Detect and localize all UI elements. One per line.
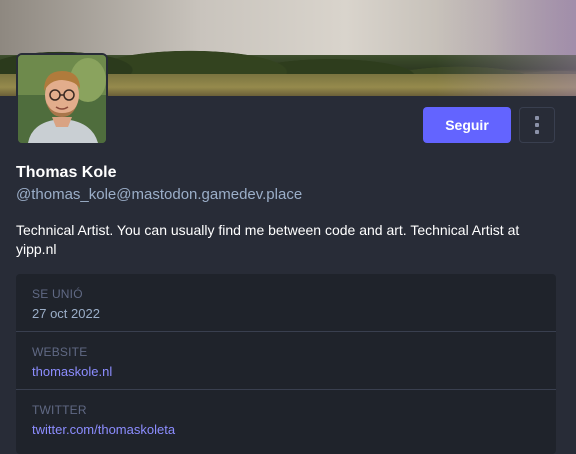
field-row-twitter: TWITTER twitter.com/thomaskoleta [16,390,556,448]
field-label: TWITTER [32,403,87,417]
avatar-portrait [18,55,106,143]
kebab-menu-icon [535,116,539,120]
profile-bio: Technical Artist. You can usually find m… [16,222,520,257]
avatar[interactable] [16,53,108,145]
website-link[interactable]: thomaskole.nl [32,364,540,379]
field-value: 27 oct 2022 [32,306,100,321]
field-row-website: WEBSITE thomaskole.nl [16,332,556,390]
twitter-link[interactable]: twitter.com/thomaskoleta [32,422,540,437]
account-handle: @thomas_kole@mastodon.gamedev.place [16,186,303,203]
field-label: SE UNIÓ [32,287,83,301]
display-name: Thomas Kole [16,164,117,181]
field-label: WEBSITE [32,345,88,359]
field-row-joined: SE UNIÓ 27 oct 2022 [16,274,556,332]
profile-fields: SE UNIÓ 27 oct 2022 WEBSITE thomaskole.n… [16,274,556,454]
follow-button[interactable]: Seguir [423,107,511,143]
banner-haze [436,0,576,96]
more-options-button[interactable] [519,107,555,143]
